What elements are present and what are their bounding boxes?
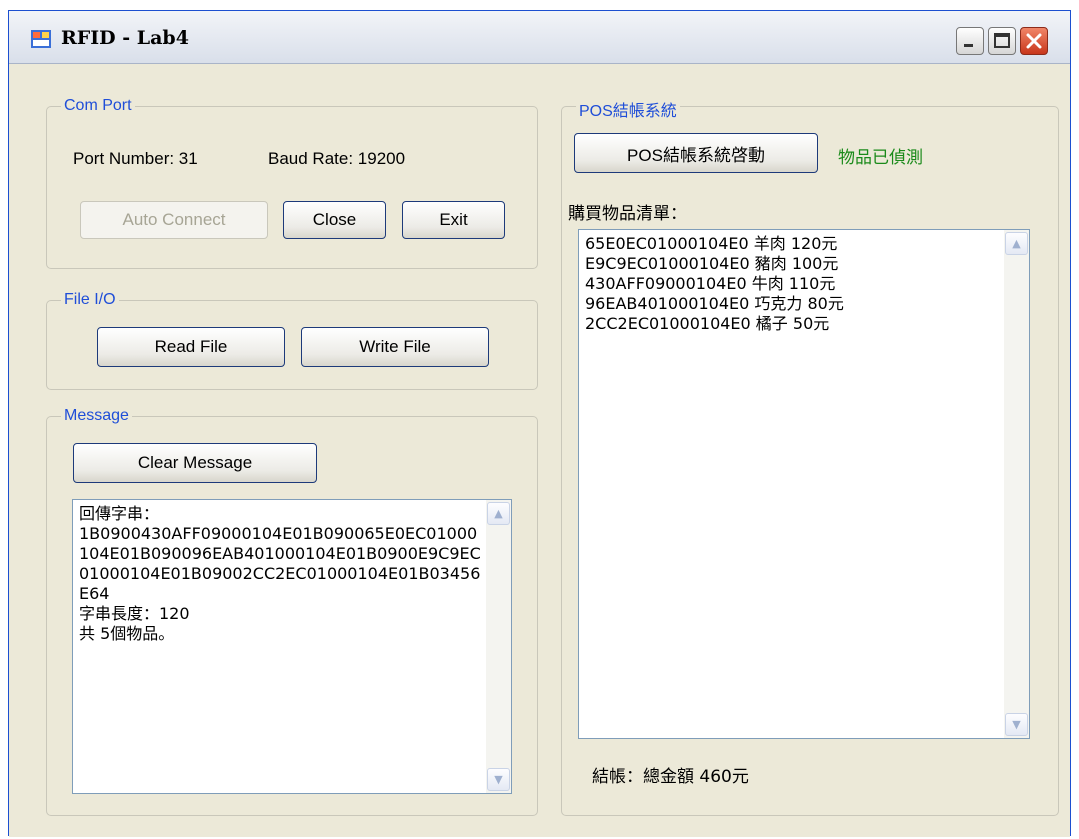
message-line: 共 5個物品。 <box>79 624 175 643</box>
purchase-item: 65E0EC01000104E0 羊肉 120元 <box>585 234 838 253</box>
read-file-button[interactable]: Read File <box>97 327 285 367</box>
message-line: 回傳字串： <box>79 504 160 523</box>
clear-message-button[interactable]: Clear Message <box>73 443 317 483</box>
title-bar[interactable]: RFID - Lab4 <box>9 11 1070 64</box>
maximize-button[interactable] <box>988 27 1016 55</box>
chevron-up-icon: ▲ <box>494 506 503 520</box>
chevron-up-icon: ▲ <box>1012 236 1021 250</box>
fileio-group: File I/O Read File Write File <box>46 291 538 390</box>
write-file-button[interactable]: Write File <box>301 327 489 367</box>
comport-group: Com Port Port Number: 31 Baud Rate: 1920… <box>46 97 538 269</box>
purchase-list-label: 購買物品清單： <box>568 204 687 224</box>
message-line: 字串長度：120 <box>79 604 190 623</box>
scroll-up-button[interactable]: ▲ <box>487 502 510 525</box>
detection-status: 物品已偵測 <box>838 148 923 168</box>
scroll-down-button[interactable]: ▼ <box>487 768 510 791</box>
pos-group: POS結帳系統 POS結帳系統啓動 物品已偵測 購買物品清單： 65E0EC01… <box>561 97 1059 816</box>
checkout-total: 結帳：總金額 460元 <box>592 767 749 787</box>
client-area: Com Port Port Number: 31 Baud Rate: 1920… <box>9 64 1070 837</box>
chevron-down-icon: ▼ <box>494 772 503 786</box>
pos-start-button[interactable]: POS結帳系統啓動 <box>574 133 818 173</box>
message-scrollbar[interactable]: ▲ ▼ <box>486 500 511 793</box>
message-group: Message Clear Message 回傳字串： 1B0900430AFF… <box>46 407 538 816</box>
window-title: RFID - Lab4 <box>61 27 189 49</box>
port-number-label: Port Number: 31 <box>73 149 198 168</box>
exit-button[interactable]: Exit <box>402 201 505 239</box>
pos-legend: POS結帳系統 <box>576 97 680 121</box>
purchase-item: 430AFF09000104E0 牛肉 110元 <box>585 274 836 293</box>
scroll-down-button[interactable]: ▼ <box>1005 713 1028 736</box>
purchase-list-scrollbar[interactable]: ▲ ▼ <box>1004 230 1029 738</box>
minimize-icon <box>964 44 973 47</box>
purchase-item: 2CC2EC01000104E0 橘子 50元 <box>585 314 830 333</box>
maximize-icon <box>994 33 1010 48</box>
auto-connect-button[interactable]: Auto Connect <box>80 201 268 239</box>
app-window: RFID - Lab4 Com Port Port Number: 31 Bau… <box>8 10 1071 837</box>
message-legend: Message <box>61 407 132 425</box>
close-window-button[interactable] <box>1020 27 1048 55</box>
app-window-icon <box>31 30 51 48</box>
fileio-legend: File I/O <box>61 291 119 309</box>
purchase-list-content: 65E0EC01000104E0 羊肉 120元 E9C9EC01000104E… <box>585 234 999 334</box>
message-content: 回傳字串： 1B0900430AFF09000104E01B090065E0EC… <box>79 504 481 644</box>
purchase-item: E9C9EC01000104E0 豬肉 100元 <box>585 254 839 273</box>
message-textbox[interactable]: 回傳字串： 1B0900430AFF09000104E01B090065E0EC… <box>72 499 512 794</box>
scroll-up-button[interactable]: ▲ <box>1005 232 1028 255</box>
close-port-button[interactable]: Close <box>283 201 386 239</box>
close-icon <box>1026 33 1042 49</box>
purchase-item: 96EAB401000104E0 巧克力 80元 <box>585 294 844 313</box>
comport-legend: Com Port <box>61 97 135 115</box>
purchase-list-box[interactable]: 65E0EC01000104E0 羊肉 120元 E9C9EC01000104E… <box>578 229 1030 739</box>
message-line: 1B0900430AFF09000104E01B090065E0EC010001… <box>79 524 481 603</box>
chevron-down-icon: ▼ <box>1012 717 1021 731</box>
baud-rate-label: Baud Rate: 19200 <box>268 149 406 168</box>
minimize-button[interactable] <box>956 27 984 55</box>
